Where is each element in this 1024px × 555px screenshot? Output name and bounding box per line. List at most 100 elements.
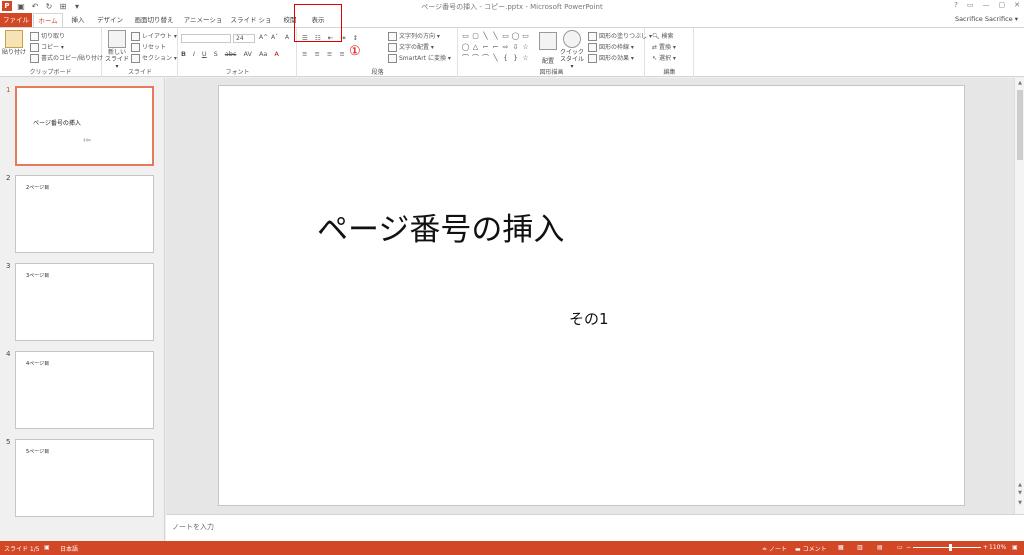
slide-title-placeholder[interactable]: ページ番号の挿入: [317, 204, 564, 249]
reading-view-icon[interactable]: ▤: [877, 544, 883, 551]
text-shadow-button[interactable]: S: [214, 50, 218, 58]
slide-canvas[interactable]: ページ番号の挿入 その1: [218, 85, 965, 506]
scrollbar-thumb[interactable]: [1017, 90, 1023, 160]
previous-slide-icon[interactable]: ▲: [1016, 482, 1024, 488]
align-text-button[interactable]: 文字の配置 ▾: [388, 42, 434, 52]
user-account[interactable]: Sacrifice Sacrifice ▾: [955, 15, 1018, 23]
change-case-button[interactable]: Aa: [259, 50, 267, 58]
scroll-down-icon[interactable]: ▼: [1016, 490, 1024, 496]
justify-icon[interactable]: ≡: [339, 50, 344, 58]
shape-item-icon[interactable]: ◯: [511, 31, 520, 41]
slide-thumbnail-1[interactable]: ページ番号の挿入 その1: [15, 86, 154, 166]
line-spacing-icon[interactable]: ↕: [353, 34, 358, 42]
shape-item-icon[interactable]: ▭: [501, 31, 510, 41]
normal-view-icon[interactable]: ▦: [838, 544, 844, 551]
slide-sorter-icon[interactable]: ▥: [857, 544, 863, 551]
font-size-box[interactable]: 24: [233, 34, 255, 43]
vertical-scrollbar[interactable]: ▲ ▲ ▼ ▼: [1014, 78, 1024, 514]
tab-design[interactable]: デザイン: [94, 13, 126, 27]
slide-thumbnail-2[interactable]: 2ページ目: [15, 175, 154, 253]
slideshow-view-icon[interactable]: ▭: [897, 544, 903, 551]
arrange-button[interactable]: 配置: [538, 32, 558, 65]
reset-button[interactable]: リセット: [131, 42, 166, 52]
find-button[interactable]: 🔍︎ 検索: [652, 31, 674, 40]
tab-home[interactable]: ホーム: [33, 13, 63, 27]
quick-styles-button[interactable]: クイック スタイル ▾: [560, 30, 584, 70]
comments-toggle-button[interactable]: ▬ コメント: [795, 544, 827, 553]
shape-item-icon[interactable]: ▭: [461, 31, 470, 41]
zoom-in-icon[interactable]: +: [983, 544, 988, 551]
shape-item-icon[interactable]: ⇨: [501, 42, 510, 52]
language-status[interactable]: 日本語: [60, 544, 78, 553]
layout-button[interactable]: レイアウト ▾: [131, 31, 177, 41]
tab-transitions[interactable]: 画面切り替え: [132, 13, 176, 27]
shrink-font-button[interactable]: Aˇ: [271, 34, 278, 41]
shape-item-icon[interactable]: ⌒: [461, 53, 470, 63]
zoom-slider[interactable]: [913, 544, 981, 551]
notes-pane[interactable]: ノートを入力: [166, 514, 1024, 541]
italic-button[interactable]: I: [193, 50, 195, 58]
strikethrough-button[interactable]: abc: [225, 50, 237, 58]
shape-item-icon[interactable]: ⌐: [481, 42, 490, 52]
tab-animations[interactable]: アニメーション: [182, 13, 224, 38]
text-direction-button[interactable]: 文字列の方向 ▾: [388, 31, 440, 41]
shape-item-icon[interactable]: ▭: [521, 31, 530, 41]
new-slide-button[interactable]: 新しい スライド ▾: [105, 30, 129, 70]
shape-item-icon[interactable]: ☆: [521, 42, 530, 52]
shape-item-icon[interactable]: △: [471, 42, 480, 52]
underline-button[interactable]: U: [202, 50, 207, 58]
shape-item-icon[interactable]: ╲: [481, 31, 490, 41]
tab-slide-show[interactable]: スライド ショー: [230, 13, 272, 38]
shape-item-icon[interactable]: ╲: [491, 53, 500, 63]
shape-item-icon[interactable]: {: [501, 53, 510, 63]
smartart-button[interactable]: SmartArt に変換 ▾: [388, 53, 451, 63]
align-right-icon[interactable]: ≡: [327, 50, 332, 58]
minimize-icon[interactable]: —: [983, 1, 990, 9]
scroll-up-icon[interactable]: ▲: [1016, 80, 1024, 86]
close-icon[interactable]: ✕: [1014, 1, 1020, 9]
slide-thumbnail-3[interactable]: 3ページ目: [15, 263, 154, 341]
section-button[interactable]: セクション ▾: [131, 53, 177, 63]
ribbon-display-icon[interactable]: ▭: [967, 1, 974, 9]
slide-thumbnail-5[interactable]: 5ページ目: [15, 439, 154, 517]
help-icon[interactable]: ?: [954, 1, 958, 9]
cut-button[interactable]: 切り取り: [30, 31, 65, 41]
format-painter-button[interactable]: 書式のコピー/貼り付け: [30, 53, 103, 63]
next-slide-icon[interactable]: ▼: [1016, 500, 1024, 506]
shape-effects-button[interactable]: 図形の効果 ▾: [588, 53, 634, 63]
shape-fill-button[interactable]: 図形の塗りつぶし ▾: [588, 31, 652, 41]
spelling-check-icon[interactable]: ▣: [44, 544, 50, 551]
align-left-icon[interactable]: ≡: [302, 50, 307, 58]
shape-item-icon[interactable]: ▢: [471, 31, 480, 41]
clear-format-button[interactable]: A: [285, 34, 289, 41]
slide-thumbnail-4[interactable]: 4ページ目: [15, 351, 154, 429]
tab-file[interactable]: ファイル: [0, 13, 32, 27]
zoom-level[interactable]: 110%: [989, 544, 1006, 551]
slide-subtitle-placeholder[interactable]: その1: [569, 308, 609, 329]
font-name-box[interactable]: [181, 34, 231, 43]
zoom-slider-knob[interactable]: [949, 544, 953, 551]
shape-outline-button[interactable]: 図形の枠線 ▾: [588, 42, 634, 52]
notes-placeholder[interactable]: ノートを入力: [172, 522, 214, 532]
shape-item-icon[interactable]: ☆: [521, 53, 530, 63]
shapes-gallery[interactable]: ▭ ▢ ╲ ╲ ▭ ◯ ▭ ◯ △ ⌐ ⌐ ⇨ ⇩ ☆ ⌒ ⌒ ⌒ ╲{} ☆: [461, 31, 533, 63]
character-spacing-button[interactable]: AV: [243, 50, 251, 58]
replace-button[interactable]: ⇄ 置換 ▾: [652, 42, 676, 51]
grow-font-button[interactable]: A^: [259, 34, 268, 41]
notes-toggle-button[interactable]: ≐ ノート: [762, 544, 787, 553]
shape-item-icon[interactable]: ⌒: [471, 53, 480, 63]
font-color-button[interactable]: A: [274, 50, 278, 58]
shape-item-icon[interactable]: ╲: [491, 31, 500, 41]
zoom-out-icon[interactable]: −: [906, 544, 911, 551]
tab-insert[interactable]: 挿入: [66, 13, 90, 27]
shape-item-icon[interactable]: ⇩: [511, 42, 520, 52]
shape-item-icon[interactable]: }: [511, 53, 520, 63]
align-center-icon[interactable]: ≡: [314, 50, 319, 58]
shape-item-icon[interactable]: ◯: [461, 42, 470, 52]
maximize-icon[interactable]: ▢: [999, 1, 1006, 9]
select-button[interactable]: ↖ 選択 ▾: [652, 53, 676, 62]
paste-button[interactable]: 貼り付け: [2, 30, 26, 56]
fit-to-window-icon[interactable]: ▣: [1012, 544, 1018, 551]
shape-item-icon[interactable]: ⌒: [481, 53, 490, 63]
copy-button[interactable]: コピー ▾: [30, 42, 64, 52]
